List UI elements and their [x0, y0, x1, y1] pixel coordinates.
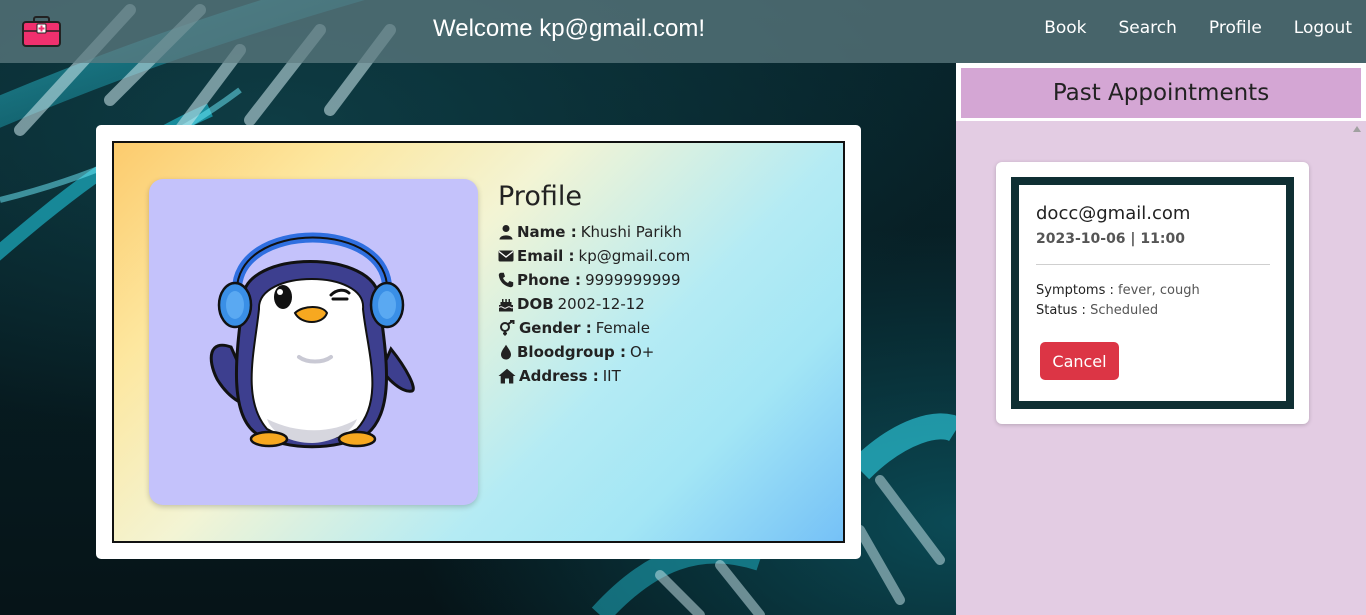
appointments-list[interactable]: docc@gmail.com 2023-10-06 | 11:00 Sympto… — [956, 121, 1366, 615]
email-row: Email : kp@gmail.com — [498, 244, 690, 268]
address-value: IIT — [602, 367, 621, 385]
appointment-card: docc@gmail.com 2023-10-06 | 11:00 Sympto… — [996, 162, 1309, 424]
status-label: Status : — [1036, 303, 1086, 318]
welcome-title: Welcome kp@gmail.com! — [433, 15, 705, 42]
bloodgroup-label: Bloodgroup : — [517, 343, 626, 361]
name-row: Name : Khushi Parikh — [498, 220, 690, 244]
appointment-symptoms: Symptoms : fever, cough — [1036, 283, 1200, 298]
phone-value: 9999999999 — [585, 271, 681, 289]
profile-title: Profile — [498, 181, 582, 212]
status-value: Scheduled — [1090, 303, 1159, 318]
birthday-cake-icon — [498, 299, 514, 312]
address-label: Address : — [519, 367, 599, 385]
gender-label: Gender : — [519, 319, 592, 337]
appointment-status: Status : Scheduled — [1036, 303, 1158, 318]
droplet-icon — [501, 344, 511, 360]
nav-search-link[interactable]: Search — [1119, 18, 1177, 38]
dob-value: 2002-12-12 — [557, 295, 645, 313]
gender-value: Female — [595, 319, 650, 337]
avatar — [149, 179, 478, 505]
profile-card-inner: Profile Name : Khushi Parikh Email : kp@… — [112, 141, 845, 543]
address-row: Address : IIT — [498, 364, 690, 388]
home-icon — [498, 368, 516, 384]
profile-info: Profile Name : Khushi Parikh Email : kp@… — [498, 181, 690, 388]
dob-label: DOB — [517, 295, 554, 313]
appointment-card-frame: docc@gmail.com 2023-10-06 | 11:00 Sympto… — [1011, 177, 1294, 409]
appointment-doctor: docc@gmail.com — [1036, 203, 1191, 224]
phone-row: Phone : 9999999999 — [498, 268, 690, 292]
past-appointments-header: Past Appointments — [961, 68, 1361, 118]
appointment-datetime: 2023-10-06 | 11:00 — [1036, 231, 1185, 247]
nav-logout-link[interactable]: Logout — [1294, 18, 1352, 38]
dob-row: DOB 2002-12-12 — [498, 292, 690, 316]
name-label: Name : — [517, 223, 577, 241]
gender-icon — [500, 320, 515, 336]
symptoms-value: fever, cough — [1118, 283, 1200, 298]
bloodgroup-value: O+ — [630, 343, 655, 361]
bloodgroup-row: Bloodgroup : O+ — [498, 340, 690, 364]
phone-label: Phone : — [517, 271, 582, 289]
penguin-avatar-icon — [209, 232, 415, 449]
envelope-icon — [498, 250, 514, 262]
name-value: Khushi Parikh — [580, 223, 682, 241]
email-value: kp@gmail.com — [578, 247, 691, 265]
cancel-button[interactable]: Cancel — [1040, 342, 1119, 380]
gender-row: Gender : Female — [498, 316, 690, 340]
divider — [1036, 264, 1270, 265]
nav-links: Book Search Profile Logout — [1044, 18, 1366, 38]
scroll-up-arrow-icon[interactable] — [1353, 126, 1361, 132]
nav-book-link[interactable]: Book — [1044, 18, 1086, 38]
first-aid-kit-icon[interactable] — [22, 16, 61, 47]
past-appointments-panel: Past Appointments docc@gmail.com 2023-10… — [956, 63, 1366, 615]
user-icon — [499, 225, 513, 240]
scrollbar[interactable] — [1349, 121, 1366, 615]
navbar: Welcome kp@gmail.com! Book Search Profil… — [0, 0, 1366, 63]
phone-icon — [498, 272, 514, 288]
profile-card: Profile Name : Khushi Parikh Email : kp@… — [96, 125, 861, 559]
email-label: Email : — [517, 247, 575, 265]
nav-profile-link[interactable]: Profile — [1209, 18, 1262, 38]
symptoms-label: Symptoms : — [1036, 283, 1114, 298]
